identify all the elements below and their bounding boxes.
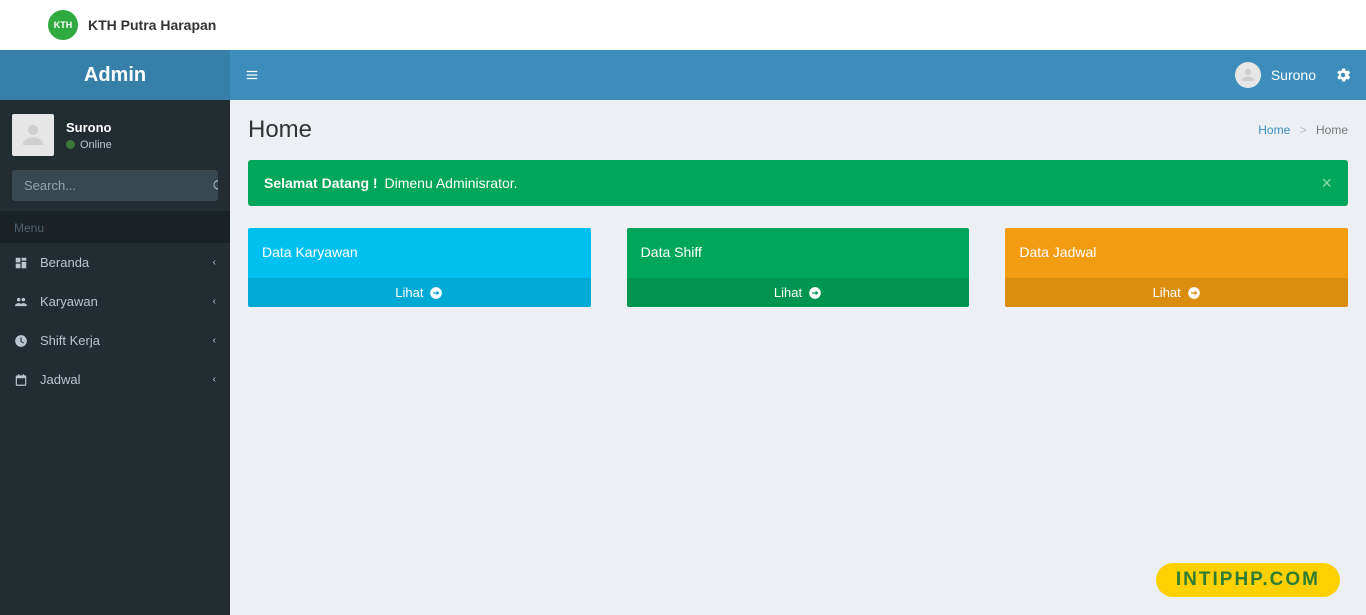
sidebar-item-beranda[interactable]: Beranda ‹ <box>0 243 230 282</box>
card-link[interactable]: Lihat <box>627 278 970 307</box>
arrow-circle-right-icon <box>808 286 822 300</box>
search-box <box>12 170 218 201</box>
breadcrumb: Home > Home <box>1258 123 1348 137</box>
avatar <box>12 114 54 156</box>
sidebar-item-label: Shift Kerja <box>34 333 213 348</box>
card-link-text: Lihat <box>1153 285 1181 300</box>
online-dot-icon <box>66 140 75 149</box>
sidebar-item-jadwal[interactable]: Jadwal ‹ <box>0 360 230 399</box>
menu-header: Menu <box>0 211 230 243</box>
alert-strong: Selamat Datang ! <box>264 175 378 191</box>
card-data-jadwal: Data Jadwal Lihat <box>1005 228 1348 307</box>
sidebar-item-karyawan[interactable]: Karyawan ‹ <box>0 282 230 321</box>
hamburger-icon[interactable] <box>244 68 260 82</box>
sidebar-user-status: Online <box>66 139 112 151</box>
main: Surono Home Home > Home Selamat Datang !… <box>230 50 1366 615</box>
sidebar-item-label: Karyawan <box>34 294 213 309</box>
content-header: Home Home > Home <box>248 116 1348 144</box>
card-data-shiff: Data Shiff Lihat <box>627 228 970 307</box>
breadcrumb-separator: > <box>1300 123 1307 137</box>
search-button[interactable] <box>212 170 218 201</box>
breadcrumb-current: Home <box>1316 123 1348 137</box>
welcome-alert: Selamat Datang ! Dimenu Adminisrator. × <box>248 160 1348 206</box>
card-title: Data Shiff <box>627 228 970 278</box>
card-link[interactable]: Lihat <box>248 278 591 307</box>
sidebar-title: Admin <box>0 50 230 100</box>
grid-icon <box>14 256 34 270</box>
gears-icon[interactable] <box>1334 66 1352 84</box>
search-input[interactable] <box>12 170 212 201</box>
sidebar: Admin Surono Online Menu <box>0 50 230 615</box>
topbar-username: Surono <box>1271 67 1316 83</box>
card-link-text: Lihat <box>395 285 423 300</box>
card-link[interactable]: Lihat <box>1005 278 1348 307</box>
card-link-text: Lihat <box>774 285 802 300</box>
arrow-circle-right-icon <box>429 286 443 300</box>
sidebar-item-shift[interactable]: Shift Kerja ‹ <box>0 321 230 360</box>
sidebar-user-status-text: Online <box>80 139 112 151</box>
cards-row: Data Karyawan Lihat Data Shiff Lihat Dat… <box>248 228 1348 307</box>
page-title: Home <box>248 116 312 144</box>
brand-name: KTH Putra Harapan <box>88 17 216 33</box>
chevron-left-icon: ‹ <box>213 335 216 346</box>
brand-bar: KTH KTH Putra Harapan <box>0 0 1366 50</box>
avatar <box>1235 62 1261 88</box>
card-title: Data Karyawan <box>248 228 591 278</box>
sidebar-item-label: Beranda <box>34 255 213 270</box>
calendar-icon <box>14 373 34 387</box>
alert-text: Dimenu Adminisrator. <box>381 175 518 191</box>
breadcrumb-root[interactable]: Home <box>1258 123 1290 137</box>
topbar: Surono <box>230 50 1366 100</box>
card-data-karyawan: Data Karyawan Lihat <box>248 228 591 307</box>
topbar-user[interactable]: Surono <box>1235 62 1316 88</box>
search-icon <box>212 179 218 193</box>
clock-icon <box>14 334 34 348</box>
close-icon[interactable]: × <box>1321 174 1332 192</box>
sidebar-user-panel: Surono Online <box>0 100 230 170</box>
chevron-left-icon: ‹ <box>213 374 216 385</box>
chevron-left-icon: ‹ <box>213 296 216 307</box>
arrow-circle-right-icon <box>1187 286 1201 300</box>
sidebar-username: Surono <box>66 120 112 135</box>
card-title: Data Jadwal <box>1005 228 1348 278</box>
watermark: INTIPHP.COM <box>1156 563 1340 597</box>
content: Home Home > Home Selamat Datang ! Dimenu… <box>230 100 1366 615</box>
brand-logo: KTH <box>48 10 78 40</box>
chevron-left-icon: ‹ <box>213 257 216 268</box>
sidebar-item-label: Jadwal <box>34 372 213 387</box>
users-icon <box>14 295 34 309</box>
